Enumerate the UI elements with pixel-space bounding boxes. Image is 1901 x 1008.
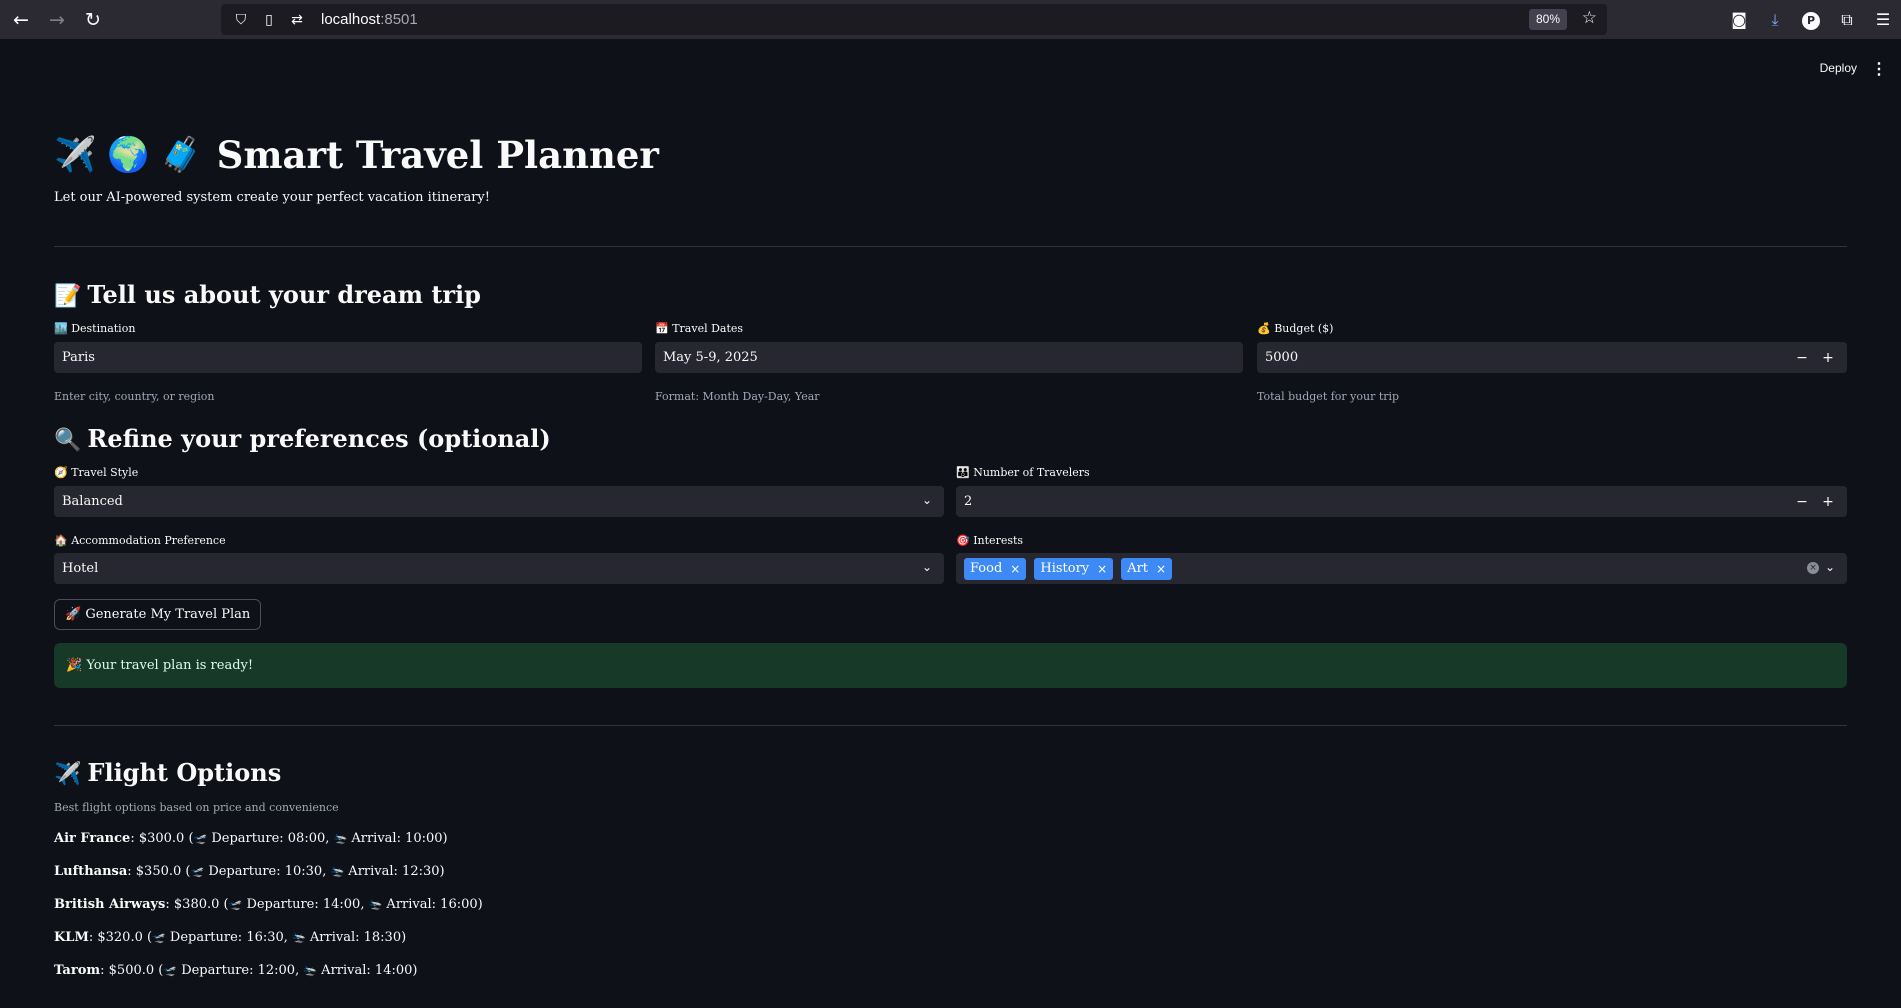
generate-plan-button[interactable]: 🚀 Generate My Travel Plan	[54, 599, 262, 630]
travel-dates-help: Format: Month Day-Day, Year	[655, 390, 820, 403]
budget-help: Total budget for your trip	[1257, 390, 1400, 403]
remove-tag-icon[interactable]: ×	[1010, 562, 1020, 576]
flight-options-heading: ✈️ Flight Options	[54, 758, 282, 787]
interest-tag[interactable]: History ×	[1034, 557, 1114, 580]
divider	[54, 725, 1847, 726]
budget-increment-button[interactable]: +	[1815, 350, 1841, 366]
page-icon[interactable]: ▯	[261, 12, 277, 28]
title-emoji-icons: ✈️ 🌍 🧳	[54, 135, 203, 175]
divider	[54, 246, 1847, 247]
more-options-icon[interactable]: ⋮	[1871, 59, 1887, 79]
title-text: Smart Travel Planner	[216, 133, 659, 177]
travel-style-select[interactable]: Balanced ⌄	[54, 486, 944, 517]
page-subtitle: Let our AI-powered system create your pe…	[54, 190, 490, 205]
interests-multiselect[interactable]: Food × History × Art × × ⌄	[956, 553, 1847, 584]
bookmark-star-icon[interactable]: ☆	[1582, 8, 1597, 28]
chevron-down-icon[interactable]: ⌄	[922, 560, 932, 574]
departure-plane-icon: 🛫	[228, 898, 243, 911]
flight-item: Tarom: $500.0 (🛫 Departure: 12:00, 🛬 Arr…	[54, 963, 418, 978]
url-text[interactable]: localhost:8501	[321, 11, 418, 28]
app-header: Deploy ⋮	[0, 39, 1901, 99]
departure-plane-icon: 🛫	[193, 832, 208, 845]
travel-style-label: 🧭 Travel Style	[54, 466, 139, 479]
back-icon[interactable]: ←	[6, 5, 36, 35]
interest-tag[interactable]: Food ×	[964, 557, 1027, 580]
shield-icon[interactable]: ⛉	[233, 12, 249, 28]
arrival-plane-icon: 🛬	[333, 832, 348, 845]
remove-tag-icon[interactable]: ×	[1097, 562, 1107, 576]
arrival-plane-icon: 🛬	[303, 964, 318, 977]
extensions-icon[interactable]: ⧉	[1829, 10, 1865, 30]
magnifier-icon: 🔍	[54, 428, 82, 453]
chevron-down-icon[interactable]: ⌄	[1825, 560, 1835, 574]
success-alert: 🎉 Your travel plan is ready!	[54, 643, 1847, 688]
forward-icon[interactable]: →	[42, 5, 72, 35]
travel-dates-label: 📅 Travel Dates	[655, 322, 744, 335]
destination-help: Enter city, country, or region	[54, 390, 215, 403]
preferences-section-heading: 🔍 Refine your preferences (optional)	[54, 424, 551, 453]
travelers-label: 👪 Number of Travelers	[956, 466, 1090, 479]
budget-number-input[interactable]: 5000 − +	[1257, 342, 1847, 373]
departure-plane-icon: 🛫	[163, 964, 178, 977]
page-title: ✈️ 🌍 🧳 Smart Travel Planner	[54, 133, 659, 177]
flight-item: Air France: $300.0 (🛫 Departure: 08:00, …	[54, 831, 448, 846]
accommodation-select[interactable]: Hotel ⌄	[54, 553, 944, 584]
flight-options-caption: Best flight options based on price and c…	[54, 801, 339, 814]
travelers-increment-button[interactable]: +	[1815, 494, 1841, 510]
budget-label: 💰 Budget ($)	[1257, 322, 1334, 335]
reload-icon[interactable]: ↻	[78, 5, 108, 35]
arrival-plane-icon: 🛬	[330, 865, 345, 878]
departure-plane-icon: 🛫	[152, 931, 166, 944]
browser-toolbar: ← → ↻ ⛉ ▯ ⇄ localhost:8501 80% ☆ ◙ ⤓ P ⧉…	[0, 0, 1901, 39]
menu-icon[interactable]: ☰	[1865, 10, 1901, 29]
accommodation-label: 🏠 Accommodation Preference	[54, 534, 226, 547]
flight-item: Lufthansa: $350.0 (🛫 Departure: 10:30, 🛬…	[54, 864, 445, 879]
profile-icon[interactable]: P	[1793, 9, 1829, 30]
departure-plane-icon: 🛫	[190, 865, 205, 878]
remove-tag-icon[interactable]: ×	[1156, 562, 1166, 576]
flight-item: KLM: $320.0 (🛫 Departure: 16:30, 🛬 Arriv…	[54, 930, 407, 945]
arrival-plane-icon: 🛬	[368, 898, 383, 911]
download-icon[interactable]: ⤓	[1757, 10, 1793, 30]
deploy-button[interactable]: Deploy	[1820, 61, 1857, 75]
permissions-icon[interactable]: ⇄	[289, 12, 305, 28]
flight-item: British Airways: $380.0 (🛫 Departure: 14…	[54, 897, 483, 912]
pocket-icon[interactable]: ◙	[1721, 10, 1757, 29]
address-bar[interactable]: ⛉ ▯ ⇄ localhost:8501 80% ☆	[221, 4, 1607, 35]
arrival-plane-icon: 🛬	[292, 931, 306, 944]
clear-all-icon[interactable]: ×	[1807, 562, 1819, 574]
interest-tag[interactable]: Art ×	[1121, 557, 1173, 580]
budget-decrement-button[interactable]: −	[1789, 350, 1815, 366]
zoom-level[interactable]: 80%	[1528, 9, 1567, 30]
destination-input[interactable]: Paris	[54, 342, 642, 373]
travelers-decrement-button[interactable]: −	[1789, 494, 1815, 510]
destination-label: 🏙️ Destination	[54, 322, 136, 335]
memo-icon: 📝	[54, 284, 82, 309]
airplane-icon: ✈️	[54, 762, 82, 787]
trip-section-heading: 📝 Tell us about your dream trip	[54, 280, 481, 309]
interests-label: 🎯 Interests	[956, 534, 1024, 547]
travelers-number-input[interactable]: 2 − +	[956, 486, 1847, 517]
rocket-icon: 🚀	[65, 607, 82, 622]
travel-dates-input[interactable]: May 5-9, 2025	[655, 342, 1243, 373]
chevron-down-icon[interactable]: ⌄	[922, 493, 932, 507]
